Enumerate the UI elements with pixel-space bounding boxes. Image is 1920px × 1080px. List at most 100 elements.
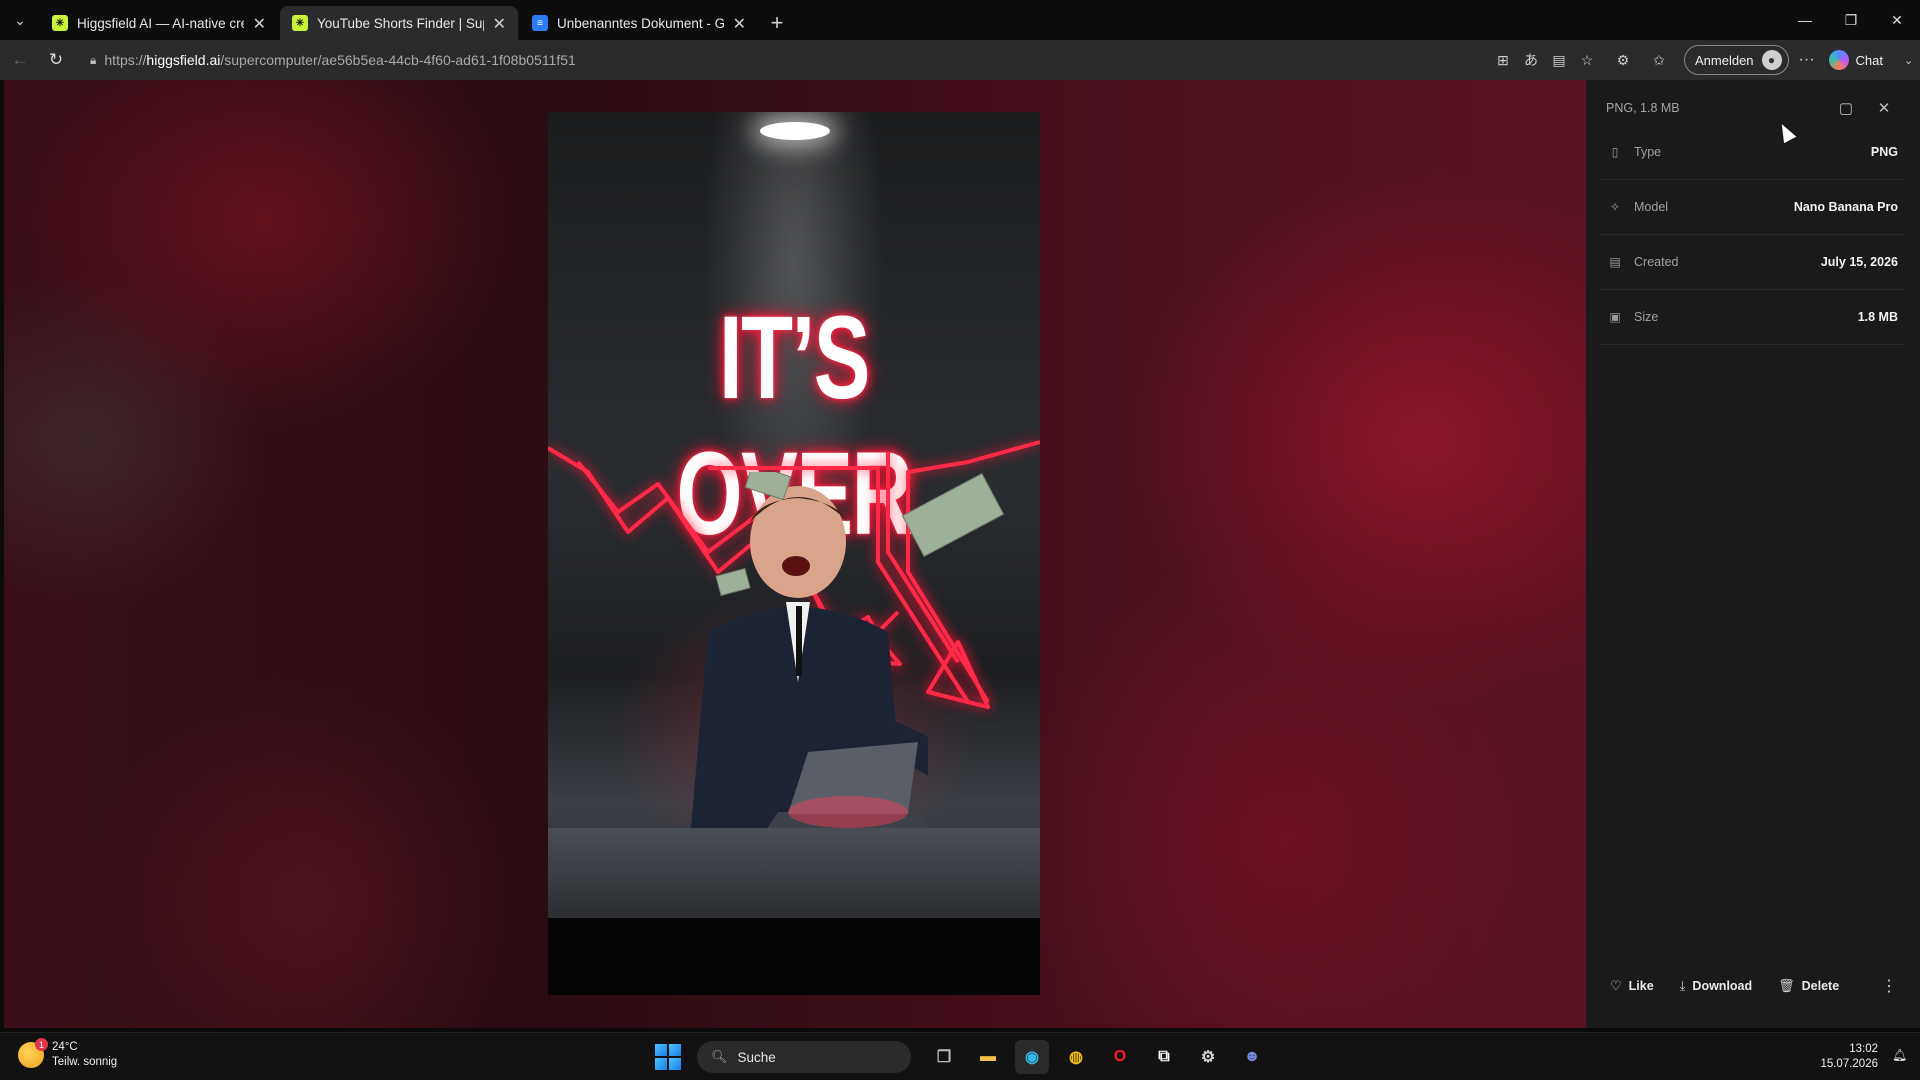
- tab-youtube-shorts-finder[interactable]: ✳ YouTube Shorts Finder | Supercom ✕: [280, 6, 518, 40]
- calendar-icon: ▤: [1609, 255, 1621, 269]
- higgsfield-favicon-icon: ✳: [292, 15, 308, 31]
- close-window-icon[interactable]: ✕: [1874, 0, 1920, 40]
- back-arrow-icon[interactable]: ←: [2, 42, 38, 78]
- meta-row-created: ▤ Created July 15, 2026: [1600, 235, 1904, 290]
- steam-icon[interactable]: ⚙: [1191, 1040, 1225, 1074]
- chrome-icon[interactable]: ◍: [1059, 1040, 1093, 1074]
- favorites-list-icon[interactable]: ✩: [1648, 49, 1670, 71]
- weather-widget[interactable]: 1 24°C Teilw. sonnig: [18, 1038, 118, 1070]
- capcut-icon[interactable]: ⧉: [1147, 1040, 1181, 1074]
- copilot-icon: [1828, 50, 1849, 70]
- meta-value: Nano Banana Pro: [1793, 200, 1898, 214]
- address-toolbar: ← ↻ 🔒︎ https://higgsfield.ai/supercomput…: [0, 40, 1920, 80]
- tab-title: Higgsfield AI — AI-native creative: [77, 15, 244, 31]
- download-button[interactable]: ⤓ Download: [1670, 971, 1762, 1001]
- tab-actions-menu-icon[interactable]: ⌄: [0, 0, 40, 40]
- clock-date: 15.07.2026: [1820, 1058, 1878, 1070]
- url-host: higgsfield.ai: [146, 52, 221, 68]
- reload-icon[interactable]: ↻: [38, 42, 74, 78]
- delete-button[interactable]: 🗑︎ Delete: [1768, 971, 1849, 1001]
- app-available-icon[interactable]: ⊞: [1492, 49, 1514, 71]
- weather-description: Teilw. sonnig: [52, 1056, 118, 1068]
- chat-label: Chat: [1855, 52, 1884, 68]
- meta-row-type: ▯ Type PNG: [1600, 125, 1904, 180]
- weather-temperature: 24°C: [52, 1041, 78, 1053]
- favorite-star-icon[interactable]: ☆: [1576, 49, 1598, 71]
- file-explorer-icon[interactable]: ▬: [971, 1040, 1005, 1074]
- heart-icon: ♡: [1610, 978, 1622, 993]
- disk-icon: ▣: [1609, 310, 1621, 324]
- meta-value: July 15, 2026: [1820, 255, 1898, 269]
- close-icon[interactable]: ✕: [1872, 96, 1896, 120]
- edge-browser-icon[interactable]: ◉: [1015, 1040, 1049, 1074]
- more-options-icon[interactable]: ⋮: [1874, 971, 1904, 1001]
- meta-key: Type: [1634, 145, 1662, 159]
- restore-icon[interactable]: ❐: [1828, 0, 1874, 40]
- search-icon: 🔍︎: [711, 1049, 728, 1064]
- tab-google-doc[interactable]: ≡ Unbenanntes Dokument - Google ✕: [520, 6, 758, 40]
- spotlight-lamp: [760, 122, 830, 140]
- file-icon: ▯: [1611, 145, 1619, 159]
- tab-title: Unbenanntes Dokument - Google: [557, 15, 724, 31]
- windows-taskbar: 1 24°C Teilw. sonnig 🔍︎ Suche ❐ ▬ ◉ ◍ O …: [0, 1032, 1920, 1080]
- meta-row-model: ✧ Model Nano Banana Pro: [1600, 180, 1904, 235]
- new-tab-button[interactable]: +: [760, 6, 794, 40]
- extensions-icon[interactable]: ⚙: [1612, 49, 1634, 71]
- tab-close-icon[interactable]: ✕: [493, 14, 506, 34]
- translate-icon[interactable]: あ: [1520, 49, 1542, 71]
- flying-banknotes: [715, 472, 1005, 597]
- meta-key: Created: [1634, 255, 1679, 269]
- url-text: https://higgsfield.ai/supercomputer/ae56…: [104, 52, 575, 68]
- chevron-down-icon[interactable]: ⌄: [1904, 54, 1913, 67]
- windows-start-icon[interactable]: [655, 1044, 681, 1070]
- desk-surface: [548, 828, 1040, 918]
- image-actions-bar: ♡ Like ⤓ Download 🗑︎ Delete ⋮: [1600, 969, 1904, 1003]
- search-label: Suche: [737, 1049, 776, 1065]
- tab-higgsfield[interactable]: ✳ Higgsfield AI — AI-native creative ✕: [40, 6, 278, 40]
- meta-value: PNG: [1870, 145, 1898, 159]
- settings-more-icon[interactable]: ···: [1789, 51, 1825, 69]
- profile-avatar-icon: ●: [1761, 50, 1782, 70]
- clock-time: 13:02: [1849, 1043, 1878, 1055]
- panel-layout-toggle-icon[interactable]: ▢: [1834, 96, 1858, 120]
- like-label: Like: [1628, 979, 1654, 993]
- task-view-icon[interactable]: ❐: [927, 1040, 961, 1074]
- url-path: /supercomputer/ae56b5ea-44cb-4f60-ad61-1…: [220, 52, 576, 68]
- download-icon: ⤓: [1679, 978, 1686, 993]
- higgsfield-favicon-icon: ✳: [52, 15, 68, 31]
- signin-button[interactable]: Anmelden ●: [1684, 45, 1789, 75]
- tab-close-icon[interactable]: ✕: [253, 14, 266, 34]
- discord-icon[interactable]: ☻: [1235, 1040, 1269, 1074]
- notification-bell-icon[interactable]: 🔔︎: [1892, 1048, 1907, 1062]
- taskbar-pinned-apps: 🔍︎ Suche ❐ ▬ ◉ ◍ O ⧉ ⚙ ☻: [655, 1039, 1269, 1075]
- site-info-lock-icon[interactable]: 🔒︎: [90, 53, 96, 68]
- taskbar-search-box[interactable]: 🔍︎ Suche: [697, 1041, 911, 1073]
- minimize-icon[interactable]: —: [1782, 0, 1828, 40]
- tab-title: YouTube Shorts Finder | Supercom: [317, 15, 484, 31]
- meta-value: 1.8 MB: [1857, 310, 1898, 324]
- signin-label: Anmelden: [1695, 52, 1754, 68]
- delete-label: Delete: [1801, 979, 1840, 993]
- tab-close-icon[interactable]: ✕: [733, 14, 746, 34]
- system-clock[interactable]: 13:02 15.07.2026: [1820, 1042, 1878, 1072]
- generated-image: IT’S OVER: [548, 112, 1040, 995]
- panel-file-summary: PNG, 1.8 MB: [1606, 101, 1680, 115]
- url-scheme: https://: [104, 52, 147, 68]
- download-label: Download: [1692, 979, 1753, 993]
- meta-key: Model: [1634, 200, 1669, 214]
- reader-view-icon[interactable]: ▤: [1548, 49, 1570, 71]
- address-bar-icons: ⊞ あ ▤ ☆ ⚙ ✩: [1492, 49, 1670, 71]
- weather-sun-icon: 1: [18, 1038, 48, 1068]
- url-field[interactable]: 🔒︎ https://higgsfield.ai/supercomputer/a…: [80, 45, 1490, 75]
- like-button[interactable]: ♡ Like: [1600, 971, 1664, 1001]
- trash-icon: 🗑︎: [1778, 978, 1795, 993]
- image-scene: IT’S OVER: [548, 112, 1040, 917]
- meta-key: Size: [1634, 310, 1659, 324]
- opera-icon[interactable]: O: [1103, 1040, 1137, 1074]
- weather-notification-badge: 1: [35, 1038, 48, 1051]
- sparkle-icon: ✧: [1609, 200, 1621, 214]
- tab-bar: ⌄ ✳ Higgsfield AI — AI-native creative ✕…: [0, 0, 1920, 40]
- window-controls: — ❐ ✕: [1782, 0, 1920, 40]
- copilot-chat-button[interactable]: Chat ⌄: [1828, 50, 1913, 70]
- meta-row-size: ▣ Size 1.8 MB: [1600, 290, 1904, 345]
